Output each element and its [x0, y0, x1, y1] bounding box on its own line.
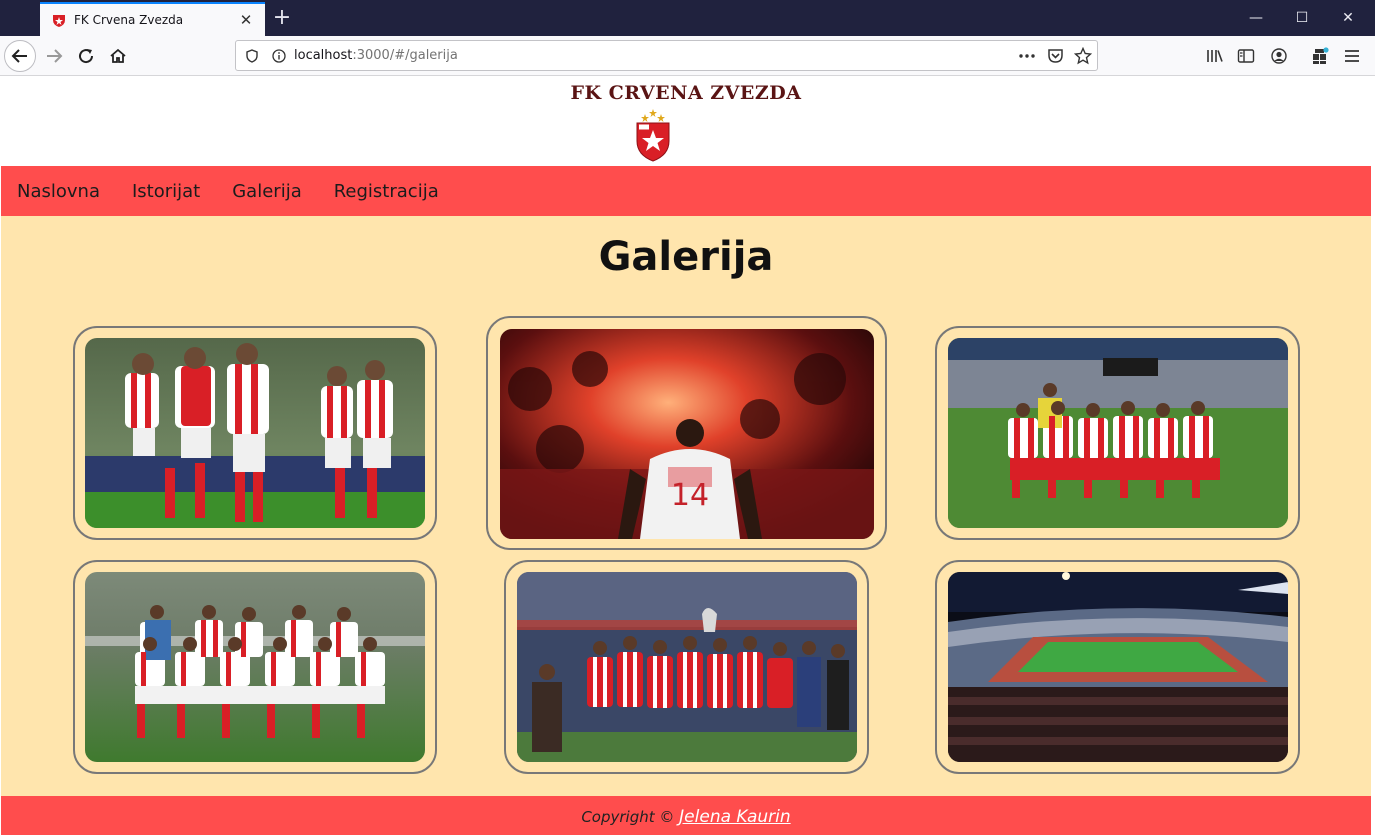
gallery-card[interactable]: [504, 560, 869, 774]
maximize-icon[interactable]: ☐: [1279, 0, 1325, 36]
browser-tab[interactable]: FK Crvena Zvezda ✕: [40, 2, 265, 36]
extensions-icon[interactable]: [1305, 40, 1335, 72]
reload-icon[interactable]: [70, 40, 102, 72]
menu-icon[interactable]: [1337, 40, 1367, 72]
site-name: FK CRVENA ZVEZDA: [570, 82, 802, 104]
library-icon[interactable]: [1200, 40, 1230, 72]
star-icon[interactable]: [1068, 40, 1098, 72]
site-footer: Copyright © Jelena Kaurin: [1, 796, 1371, 835]
gallery-card[interactable]: [935, 326, 1300, 540]
forward-icon[interactable]: [38, 40, 70, 72]
info-icon[interactable]: [272, 48, 286, 63]
sidebar-icon[interactable]: [1231, 40, 1261, 72]
new-tab-button[interactable]: +: [270, 5, 294, 31]
crest-logo-icon[interactable]: [633, 108, 673, 163]
gallery-photo-player-boakye-flares[interactable]: 14: [500, 329, 874, 539]
gallery-photo-stadium-night[interactable]: [948, 572, 1288, 762]
gallery-card[interactable]: [935, 560, 1300, 774]
window-close-icon[interactable]: ✕: [1325, 0, 1371, 36]
minimize-icon[interactable]: —: [1233, 0, 1279, 36]
nav-link-istorijat[interactable]: Istorijat: [132, 181, 200, 202]
nav-link-galerija[interactable]: Galerija: [232, 181, 302, 202]
nav-link-registracija[interactable]: Registracija: [334, 181, 439, 202]
more-icon[interactable]: [1012, 40, 1042, 72]
tab-title: FK Crvena Zvezda: [74, 13, 184, 27]
gallery-card[interactable]: 14: [486, 316, 887, 550]
tab-close-icon[interactable]: ✕: [233, 11, 259, 29]
gallery-photo-players-celebrating[interactable]: [85, 338, 425, 528]
home-icon[interactable]: [102, 40, 134, 72]
back-icon[interactable]: [4, 40, 36, 72]
main-nav: Naslovna Istorijat Galerija Registracija: [1, 166, 1371, 216]
gallery-photo-team-photo-stadium[interactable]: [948, 338, 1288, 528]
nav-link-naslovna[interactable]: Naslovna: [17, 181, 100, 202]
account-icon[interactable]: [1264, 40, 1294, 72]
pocket-icon[interactable]: [1040, 40, 1070, 72]
gallery-card[interactable]: [73, 326, 437, 540]
url-text: localhost:3000/#/galerija: [294, 48, 458, 63]
gallery-photo-european-cup-celebration[interactable]: [517, 572, 857, 762]
gallery-card[interactable]: [73, 560, 437, 774]
author-link[interactable]: Jelena Kaurin: [679, 807, 790, 827]
svg-text:14: 14: [671, 478, 709, 513]
web-page: FK CRVENA ZVEZDA Naslovna Istorijat Gale…: [1, 76, 1371, 835]
crest-favicon-icon: [53, 15, 65, 27]
page-title: Galerija: [598, 234, 774, 280]
browser-tab-strip: FK Crvena Zvezda ✕ + — ☐ ✕: [0, 0, 1375, 36]
site-header: FK CRVENA ZVEZDA: [1, 76, 1371, 166]
copyright-text: Copyright ©: [581, 808, 675, 826]
gallery-photo-team-photo-fog[interactable]: [85, 572, 425, 762]
address-bar[interactable]: localhost:3000/#/galerija: [235, 40, 1098, 71]
browser-toolbar: localhost:3000/#/galerija: [0, 36, 1375, 76]
shield-icon[interactable]: [245, 48, 259, 63]
